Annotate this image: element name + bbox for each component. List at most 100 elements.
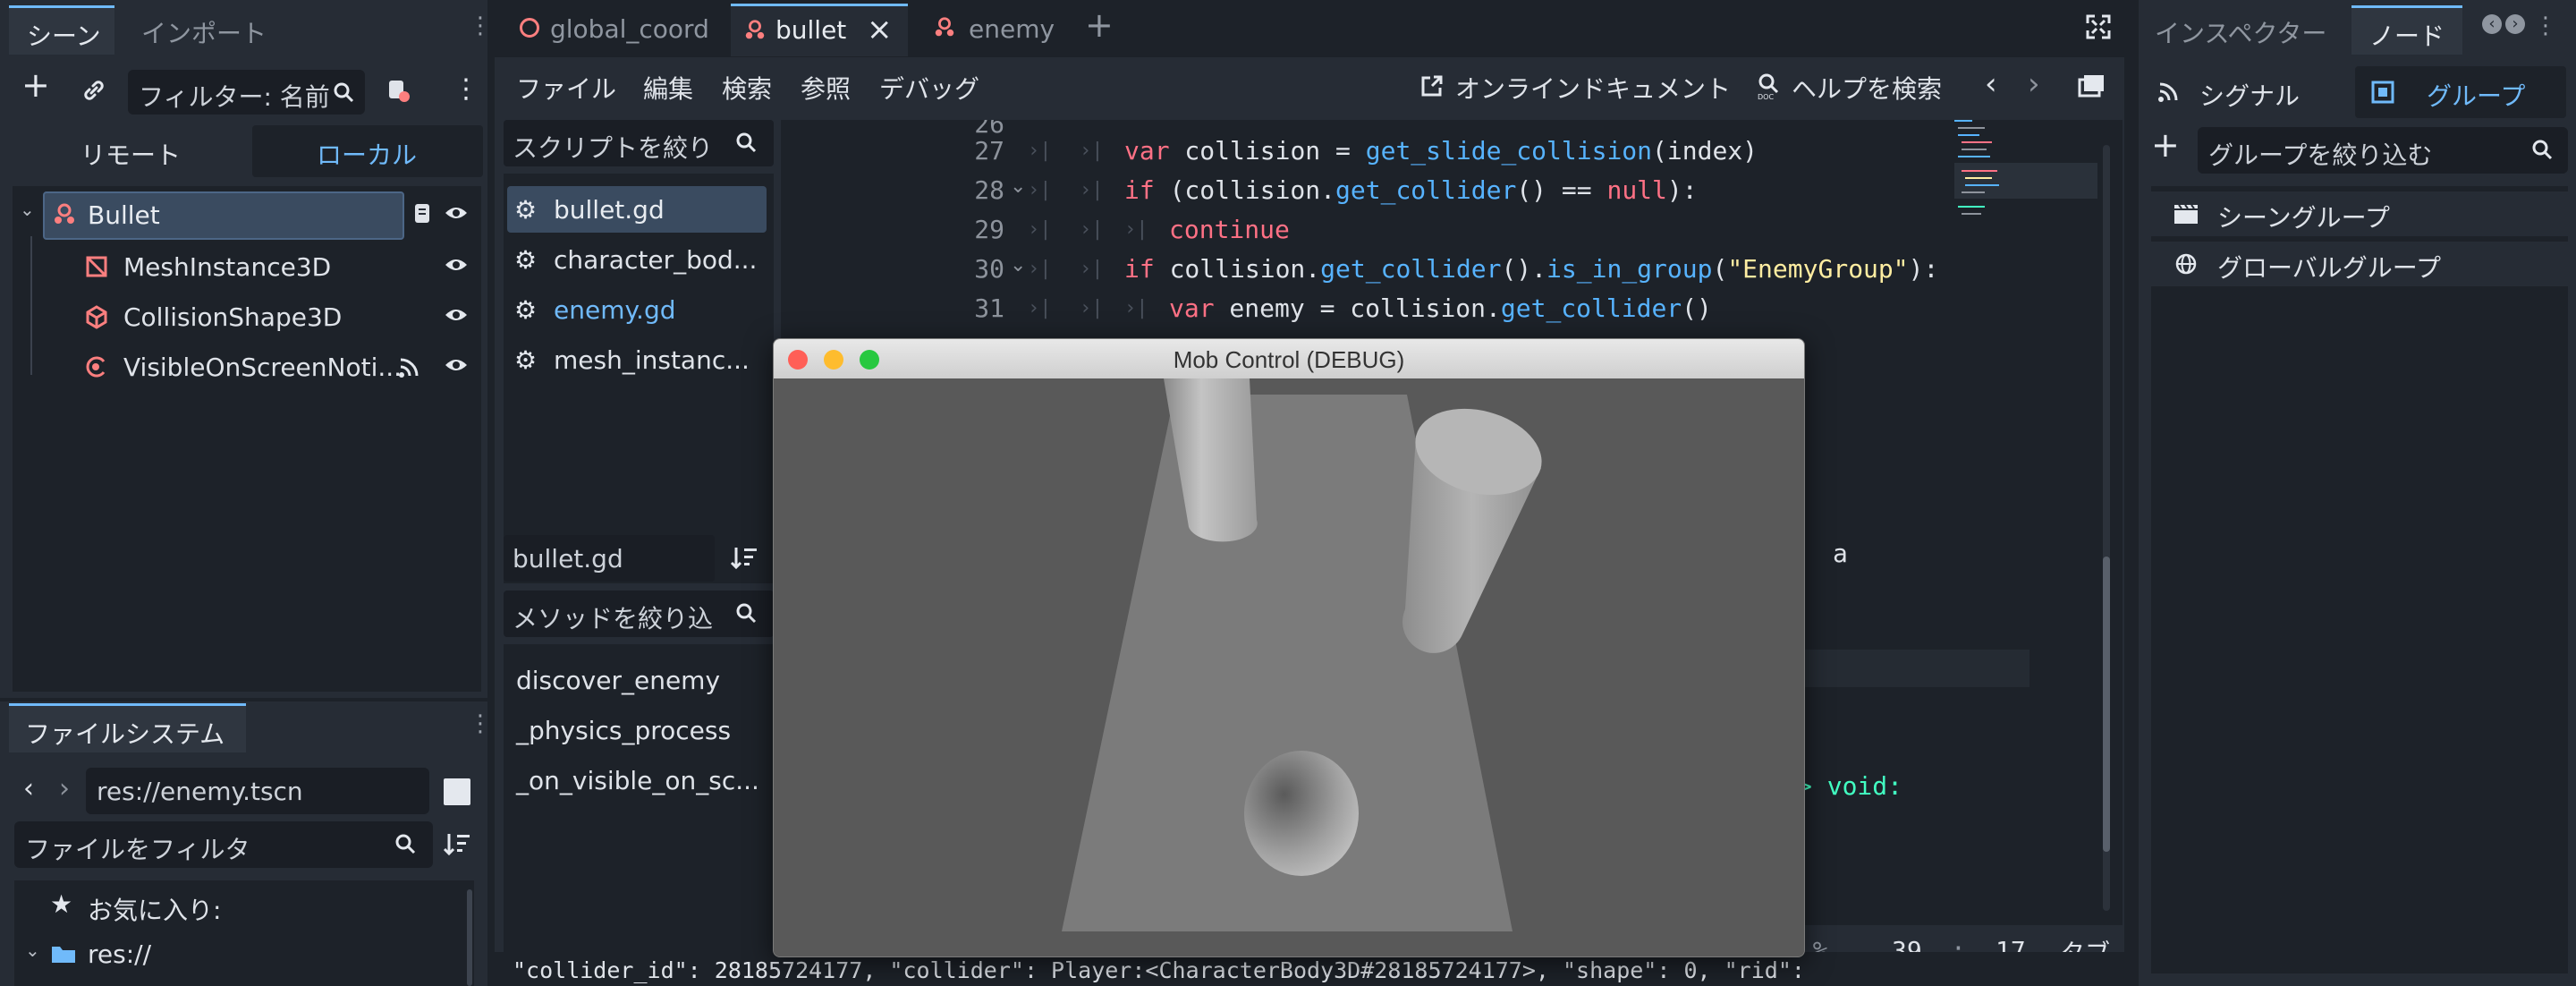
vertical-scrollbar[interactable] (2103, 145, 2110, 911)
tab-global-coord[interactable]: global_coord (511, 7, 716, 52)
method-filter-field[interactable]: メソッドを絞り込 (504, 591, 774, 637)
tab-marker-icon: ›| (1124, 218, 1148, 241)
game-viewport[interactable] (774, 378, 1804, 956)
tab-inspector[interactable]: インスペクター (2155, 14, 2326, 50)
tab-import[interactable]: インポート (141, 14, 267, 50)
next-arrow-icon[interactable]: › (2028, 66, 2040, 102)
tab-enemy[interactable]: enemy (924, 7, 1067, 52)
tree-item-scene-groups[interactable]: シーングループ (2151, 191, 2568, 236)
fold-arrow-icon[interactable]: ⌄ (1010, 175, 1026, 198)
search-help-button[interactable]: ヘルプを検索 (1792, 70, 1942, 106)
node3d-circle-icon (520, 18, 539, 38)
code-line: var collision = get_slide_collision(inde… (1124, 136, 1758, 166)
visibility-eye-icon[interactable] (444, 254, 469, 276)
collapse-arrow-icon[interactable]: ⌄ (20, 199, 35, 220)
sort-icon[interactable] (729, 544, 759, 571)
menu-bar: ファイル 編集 検索 参照 デバッグ オンラインドキュメント DOC ヘルプを検… (495, 57, 2124, 115)
gear-icon: ⚙ (514, 295, 538, 325)
signal-icon[interactable] (397, 356, 420, 379)
subtab-groups-label: グループ (2427, 81, 2526, 111)
debug-window[interactable]: Mob Control (DEBUG) (773, 338, 1805, 957)
add-node-icon[interactable]: + (21, 68, 50, 102)
tab-filesystem[interactable]: ファイルシステム (9, 703, 246, 752)
scene-filter-field[interactable]: フィルター: 名前 (128, 70, 365, 115)
attach-script-icon[interactable] (385, 77, 411, 104)
close-icon[interactable]: × (867, 12, 893, 47)
tree-item-global-groups[interactable]: グローバルグループ (2151, 242, 2568, 286)
dock-menu-icon[interactable]: ⋮ (2534, 13, 2557, 39)
group-filter-field[interactable]: グループを絞り込む (2198, 127, 2568, 174)
tree-item-visibleonscreennotifier[interactable]: VisibleOnScreenNoti... (48, 344, 442, 388)
right-dock: インスペクター ノード ‹ › ⋮ シグナル グループ + グループを絞り込む … (2139, 0, 2576, 986)
method-item[interactable]: _on_visible_on_sc... (516, 766, 759, 795)
add-group-icon[interactable]: + (2151, 127, 2180, 163)
add-tab-icon[interactable]: + (1085, 5, 1114, 45)
minimap[interactable] (1954, 120, 2097, 245)
tab-node[interactable]: ノード (2351, 5, 2462, 55)
tree-item-meshinstance3d[interactable]: MeshInstance3D (48, 243, 442, 288)
visibility-eye-icon[interactable] (444, 354, 469, 376)
menu-edit[interactable]: 編集 (643, 70, 693, 106)
script-item-mesh-instance[interactable]: ⚙ mesh_instanc... (507, 336, 767, 383)
tree-item-collisionshape3d[interactable]: CollisionShape3D (48, 293, 442, 338)
favorites-label[interactable]: お気に入り: (88, 891, 221, 927)
method-item[interactable]: discover_enemy (516, 666, 720, 695)
method-item[interactable]: _physics_process (516, 716, 731, 745)
visibility-eye-icon[interactable] (444, 304, 469, 326)
groups-icon (2371, 81, 2394, 104)
line-number: 27 (974, 136, 1004, 166)
menu-file[interactable]: ファイル (516, 70, 616, 106)
gear-icon: ⚙ (514, 195, 538, 225)
toggle-split-icon[interactable] (444, 778, 470, 805)
window-titlebar[interactable]: Mob Control (DEBUG) (774, 339, 1804, 379)
script-item-character-body[interactable]: ⚙ character_bod... (507, 236, 767, 283)
menu-search[interactable]: 検索 (722, 70, 772, 106)
menu-goto[interactable]: 参照 (801, 70, 851, 106)
menu-debug[interactable]: デバッグ (879, 70, 979, 106)
scrollbar[interactable] (467, 889, 472, 986)
subtab-signals[interactable]: シグナル (2148, 66, 2344, 118)
line-number: 29 (974, 215, 1004, 244)
dock-right-arrow-icon[interactable]: › (2505, 14, 2525, 34)
dock-options-icon[interactable]: ⋮ (453, 73, 479, 105)
link-icon[interactable] (80, 77, 107, 104)
tab-marker-icon: ›| (1124, 297, 1148, 319)
prev-arrow-icon[interactable]: ‹ (1985, 66, 1997, 102)
script-filter-field[interactable]: スクリプトを絞り (504, 120, 774, 166)
forward-arrow-icon[interactable]: › (59, 773, 70, 804)
script-item-label: character_bod... (554, 245, 758, 275)
file-filter-field[interactable]: ファイルをフィルタ (14, 821, 433, 868)
script-item-bullet[interactable]: ⚙ bullet.gd (507, 186, 767, 233)
gear-icon: ⚙ (514, 345, 538, 375)
dock-menu-icon[interactable]: ⋮ (469, 710, 492, 737)
folder-icon (50, 943, 77, 965)
subtab-groups[interactable]: グループ (2355, 66, 2566, 118)
distraction-free-toggle[interactable] (2084, 13, 2116, 45)
sort-icon[interactable] (442, 830, 472, 857)
tree-item-bullet[interactable]: Bullet (43, 191, 404, 240)
gear-icon: ⚙ (514, 245, 538, 275)
visibility-eye-icon[interactable] (444, 202, 469, 224)
remote-toggle[interactable]: リモート (80, 136, 181, 172)
collapse-arrow-icon[interactable]: ⌄ (25, 939, 40, 961)
window-title: Mob Control (DEBUG) (1173, 346, 1405, 373)
tab-node-label: ノード (2369, 21, 2445, 51)
back-arrow-icon[interactable]: ‹ (23, 773, 34, 804)
online-docs-button[interactable]: オンラインドキュメント (1455, 70, 1731, 106)
tab-scene[interactable]: シーン (9, 5, 114, 55)
dock-left-arrow-icon[interactable]: ‹ (2482, 14, 2502, 34)
script-icon[interactable] (411, 202, 435, 225)
fold-arrow-icon[interactable]: ⌄ (1010, 254, 1026, 276)
local-toggle[interactable]: ローカル (252, 125, 483, 177)
line-number: 30 (974, 254, 1004, 284)
tab-bullet[interactable]: bullet × (731, 4, 908, 56)
script-item-enemy[interactable]: ⚙ enemy.gd (507, 286, 767, 333)
float-window-icon[interactable] (2078, 73, 2106, 98)
root-folder-label[interactable]: res:// (88, 939, 151, 969)
tab-marker-icon: ›| (1080, 258, 1104, 280)
dock-menu-icon[interactable]: ⋮ (469, 13, 492, 39)
svg-text:DOC: DOC (1758, 93, 1774, 100)
tree-label-bullet: Bullet (88, 200, 160, 230)
path-field[interactable]: res://enemy.tscn (86, 768, 429, 814)
node3d-icon (52, 202, 77, 227)
